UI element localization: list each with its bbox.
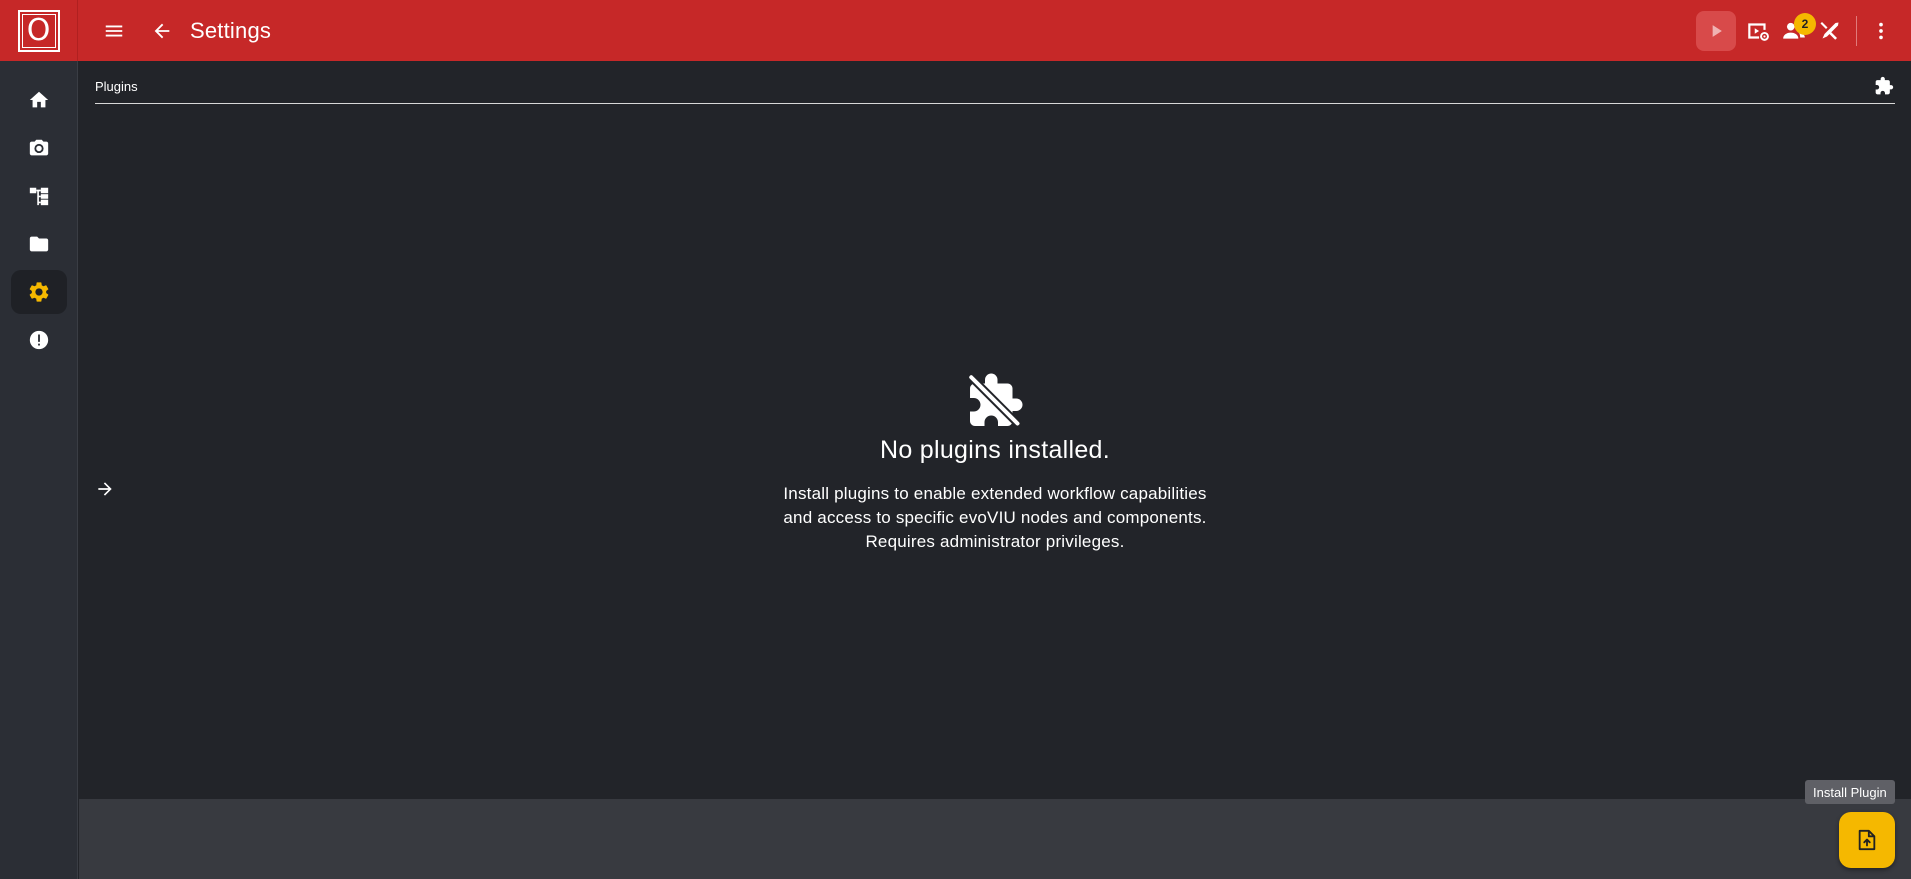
empty-state: No plugins installed. Install plugins to… <box>79 371 1911 554</box>
menu-button[interactable] <box>94 11 134 51</box>
empty-state-line-2: and access to specific evoVIU nodes and … <box>783 508 1207 527</box>
nav-settings[interactable] <box>11 270 67 314</box>
plugins-header-icon <box>1874 76 1894 101</box>
back-arrow-icon <box>154 23 170 38</box>
home-icon <box>29 91 49 108</box>
logo-cell: O <box>0 0 78 61</box>
video-settings-icon <box>1748 22 1769 41</box>
install-plugin-button[interactable] <box>1839 812 1895 868</box>
more-options-button[interactable] <box>1863 11 1899 51</box>
section-title: Plugins <box>95 79 138 94</box>
camera-icon <box>29 139 49 156</box>
alert-icon <box>29 330 49 350</box>
nav-home[interactable] <box>11 78 67 122</box>
section-divider <box>95 103 1895 104</box>
tools-icon <box>1820 21 1839 40</box>
folder-icon <box>29 236 49 252</box>
logo-letter: O <box>21 13 56 48</box>
nav-workflow[interactable] <box>11 174 67 218</box>
navigation-rail <box>0 61 78 879</box>
app-logo[interactable]: O <box>17 9 60 52</box>
run-button[interactable] <box>1696 10 1736 51</box>
empty-state-title: No plugins installed. <box>879 436 1111 464</box>
nav-alerts[interactable] <box>11 318 67 362</box>
footer-bar <box>79 799 1911 879</box>
empty-state-line-3: Requires administrator privileges. <box>865 532 1125 551</box>
nav-files[interactable] <box>11 222 67 266</box>
page-title: Settings <box>190 17 272 43</box>
users-button[interactable]: 2 <box>1776 11 1816 51</box>
settings-content: Plugins No plugins installed. Install pl… <box>79 61 1911 799</box>
gear-icon <box>29 282 49 302</box>
back-button[interactable] <box>142 11 182 51</box>
video-settings-button[interactable] <box>1740 11 1776 51</box>
topbar-actions: 2 <box>1696 0 1911 61</box>
extension-off-icon <box>967 373 1023 428</box>
install-plugin-tooltip: Install Plugin <box>1805 780 1895 804</box>
workflow-icon <box>29 187 49 206</box>
play-icon <box>1712 24 1722 37</box>
nav-camera[interactable] <box>11 126 67 170</box>
top-app-bar: O Settings 2 <box>0 0 1911 61</box>
topbar-divider <box>1856 15 1857 46</box>
upload-file-icon <box>1858 829 1876 851</box>
tools-button[interactable] <box>1812 11 1848 51</box>
menu-icon <box>105 25 123 36</box>
puzzle-icon <box>1875 76 1894 95</box>
more-vert-icon <box>1879 22 1883 39</box>
empty-state-description: Install plugins to enable extended workf… <box>79 482 1911 554</box>
empty-state-line-1: Install plugins to enable extended workf… <box>783 484 1207 503</box>
